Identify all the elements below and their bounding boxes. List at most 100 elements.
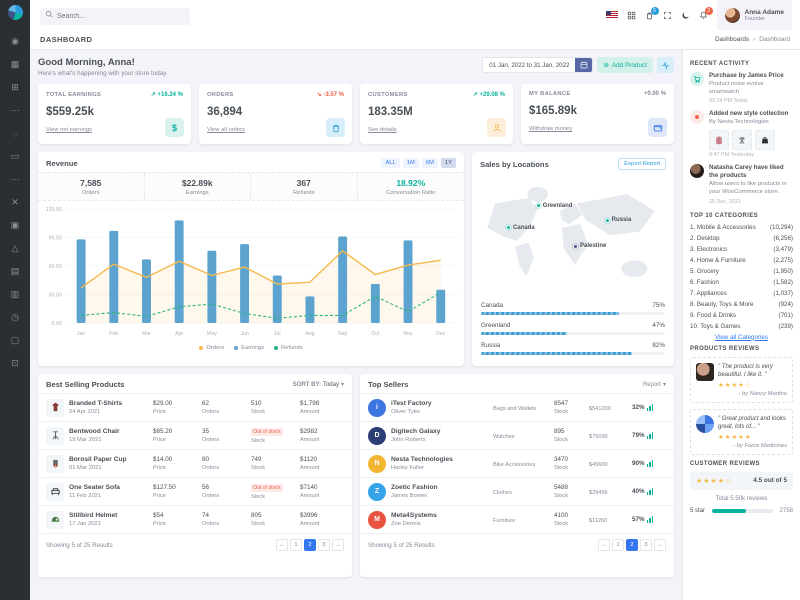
category-row[interactable]: 1. Mobile & Accessories(10,294) <box>690 224 793 231</box>
product-image <box>46 455 64 473</box>
range-button-all[interactable]: ALL <box>381 158 399 168</box>
stat-link[interactable]: See details <box>368 127 397 133</box>
web-apps-icon[interactable] <box>627 11 636 20</box>
bag-thumb[interactable] <box>755 130 775 150</box>
cart-badge: 5 <box>651 7 659 15</box>
page-prev-button[interactable]: ← <box>598 539 610 551</box>
mini-bar-chart-icon <box>647 432 654 439</box>
activity-item[interactable]: Natasha Carey have liked the products Al… <box>690 164 793 204</box>
notifications-bell-icon[interactable]: 3 <box>699 11 708 20</box>
stat-link[interactable]: Withdraw money <box>529 126 572 132</box>
user-icon: ◌ <box>12 129 17 139</box>
seller-row: N Nesta TechnologiesHarley Fuller Bike A… <box>360 449 674 477</box>
page-2-button[interactable]: 2 <box>626 539 638 551</box>
fullscreen-icon[interactable] <box>663 11 672 20</box>
page-prev-button[interactable]: ← <box>276 539 288 551</box>
sidebar-item-authentication[interactable]: ◌ <box>0 122 30 145</box>
world-map[interactable]: Greenland Canada Russia Palestine <box>480 176 666 298</box>
map-marker-canada[interactable]: Canada <box>506 225 535 231</box>
page-next-button[interactable]: → <box>654 539 666 551</box>
category-row[interactable]: 10. Toys & Games(239) <box>690 323 793 330</box>
page-3-button[interactable]: 3 <box>640 539 652 551</box>
page-3-button[interactable]: 3 <box>318 539 330 551</box>
map-marker-greenland[interactable]: Greenland <box>536 203 573 209</box>
sidebar-item-icons[interactable]: ◷ <box>0 306 30 329</box>
breadcrumb: Dashboards › Dashboard <box>715 36 790 43</box>
pagination: ← 1 2 3 → <box>276 539 344 551</box>
activity-item[interactable]: Purchase by James Price Product noise ev… <box>690 72 793 104</box>
chevron-down-icon: ▾ <box>341 381 344 388</box>
category-row[interactable]: 4. Home & Furniture(2,275) <box>690 257 793 264</box>
stat-link[interactable]: View net earnings <box>46 127 92 133</box>
view-all-categories-link[interactable]: View all Categories <box>715 334 768 341</box>
user-circle-icon <box>487 118 506 137</box>
sidebar-item-charts[interactable]: ▥ <box>0 283 30 306</box>
sidebar-item-tables[interactable]: ▤ <box>0 260 30 283</box>
cart-icon[interactable]: 5 <box>645 11 654 20</box>
sidebar-item-layouts[interactable]: ⊞ <box>0 76 30 99</box>
category-row[interactable]: 8. Beauty, Toys & More(924) <box>690 301 793 308</box>
breadcrumb-current: Dashboard <box>759 36 790 43</box>
svg-text:Sep: Sep <box>338 331 347 337</box>
greeting-subtitle: Here's what's happening with your store … <box>38 70 168 77</box>
category-row[interactable]: 7. Appliances(1,037) <box>690 290 793 297</box>
add-product-button[interactable]: ⊕ Add Product <box>597 57 653 73</box>
export-report-button[interactable]: Export Report <box>618 158 666 170</box>
activity-product-thumbs <box>709 130 793 150</box>
map-marker-russia[interactable]: Russia <box>605 217 632 223</box>
category-row[interactable]: 6. Fashion(1,582) <box>690 279 793 286</box>
review-card[interactable]: " The product is very beautiful. I like … <box>690 357 793 403</box>
date-range-picker[interactable]: 01 Jan, 2022 to 31 Jan, 2022 <box>482 57 593 73</box>
sidebar-item-apps[interactable]: ▦ <box>0 53 30 76</box>
top-sellers-panel: Top Sellers Report▾ i iTest FactoryOlive… <box>360 374 674 577</box>
range-button-1y[interactable]: 1Y <box>441 158 456 168</box>
customer-rating-box: ★★★★☆ 4.5 out of 5 <box>690 472 793 490</box>
sidebar-item-forms[interactable]: △ <box>0 237 30 260</box>
product-image <box>46 483 64 501</box>
product-image <box>46 511 64 529</box>
page-1-button[interactable]: 1 <box>290 539 302 551</box>
calendar-button[interactable] <box>575 58 592 72</box>
category-row[interactable]: 3. Electronics(3,479) <box>690 246 793 253</box>
language-flag-icon[interactable] <box>606 11 618 19</box>
sidebar-item-maps[interactable]: ▢ <box>0 329 30 352</box>
app-logo-icon[interactable] <box>8 5 23 20</box>
product-row: Branded T-Shirts24 Apr 2021 $29.00Price … <box>38 393 352 421</box>
activity-button[interactable] <box>657 57 674 73</box>
report-dropdown[interactable]: Report▾ <box>643 381 666 388</box>
search-input[interactable] <box>40 8 190 25</box>
sidebar-item-dashboards[interactable]: ◉ <box>0 30 30 53</box>
page-2-button[interactable]: 2 <box>304 539 316 551</box>
jacket-thumb[interactable] <box>709 130 729 150</box>
activity-item[interactable]: Added new style collection By Nesta Tech… <box>690 110 793 158</box>
range-button-1m[interactable]: 1M <box>403 158 419 168</box>
category-row[interactable]: 9. Food & Drinks(701) <box>690 312 793 319</box>
stat-link[interactable]: View all orders <box>207 127 245 133</box>
user-avatar <box>690 164 704 178</box>
page-title-bar: DASHBOARD Dashboards › Dashboard <box>30 30 800 50</box>
category-row[interactable]: 5. Grocery(1,950) <box>690 268 793 275</box>
svg-text:Jul: Jul <box>274 331 281 337</box>
range-button-6m[interactable]: 6M <box>422 158 438 168</box>
sidebar-item-widgets[interactable]: ▣ <box>0 214 30 237</box>
category-row[interactable]: 2. Desktop(6,256) <box>690 235 793 242</box>
dark-mode-icon[interactable] <box>681 11 690 20</box>
marker-dot <box>506 225 511 230</box>
svg-text:90.00: 90.00 <box>49 235 62 241</box>
sidebar-item-pages[interactable]: ▭ <box>0 145 30 168</box>
search-icon <box>45 10 53 18</box>
results-count: Showing 5 of 25 Results <box>46 542 113 549</box>
review-card[interactable]: " Great product and looks great, lots of… <box>690 409 793 455</box>
stat-label: ORDERS <box>207 92 234 98</box>
camera-thumb[interactable] <box>732 130 752 150</box>
page-next-button[interactable]: → <box>332 539 344 551</box>
map-marker-palestine[interactable]: Palestine <box>573 243 606 249</box>
user-menu[interactable]: Anna Adame Founder <box>717 0 793 30</box>
briefcase-icon: ▣ <box>11 220 20 231</box>
stat-change: ↗ +16.24 % <box>151 91 183 98</box>
sort-by-dropdown[interactable]: SORT BY:Today▾ <box>293 381 344 388</box>
page-1-button[interactable]: 1 <box>612 539 624 551</box>
breadcrumb-parent[interactable]: Dashboards <box>715 36 749 43</box>
sidebar-item-multilevel[interactable]: ⊡ <box>0 352 30 375</box>
sidebar-item-components[interactable]: ✕ <box>0 191 30 214</box>
